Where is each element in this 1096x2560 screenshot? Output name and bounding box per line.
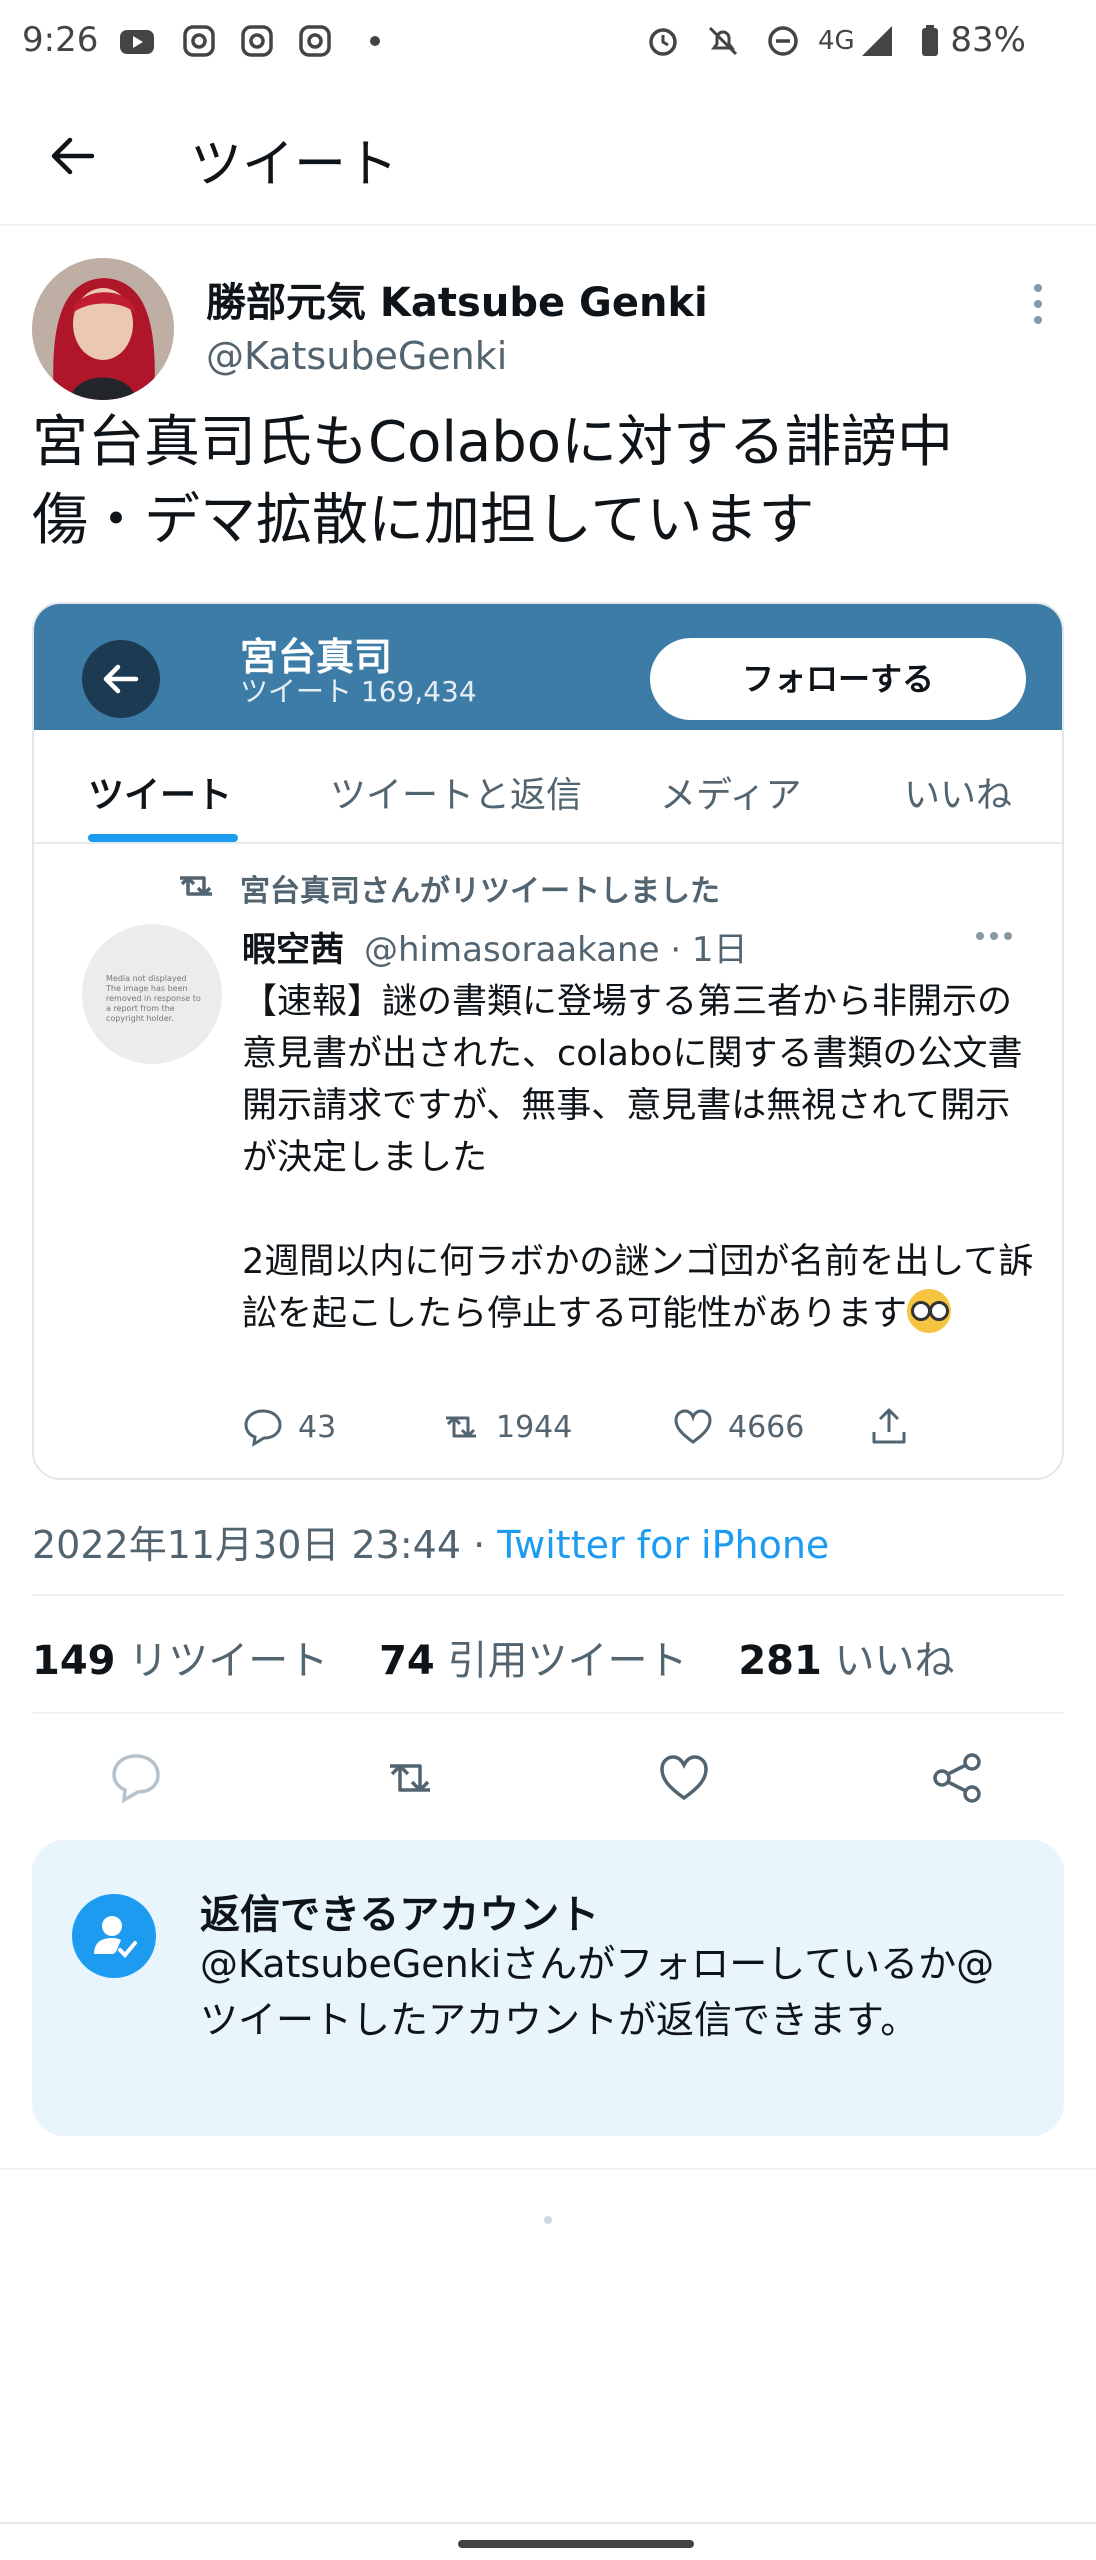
battery-percent: 83% <box>950 20 1026 60</box>
author-name[interactable]: 勝部元気 Katsube Genki <box>206 270 708 328</box>
reply-icon <box>244 1409 282 1447</box>
share-icon <box>872 1408 906 1444</box>
embed-back-icon <box>82 640 160 718</box>
do-not-disturb-icon <box>768 26 798 56</box>
person-check-icon <box>72 1894 156 1978</box>
inner-like: 4666 <box>672 1404 832 1452</box>
reply-icon[interactable] <box>108 1750 164 1806</box>
retweet-icon <box>180 876 212 896</box>
reply-settings-text: @KatsubeGenkiさんがフォローしているか@ツイートしたアカウントが返信… <box>200 1942 995 2042</box>
author-avatar[interactable] <box>32 258 174 400</box>
embed-tab-replies: ツイートと返信 <box>330 775 583 816</box>
loading-dot <box>544 2216 552 2224</box>
inner-retweet-count: 1944 <box>496 1410 573 1445</box>
status-bar: 9:26 4G 83% <box>0 0 1096 86</box>
tweet-stats: 149 リツイート 74 引用ツイート 281 いいね <box>32 1628 955 1686</box>
back-arrow-icon[interactable] <box>48 130 100 182</box>
inner-like-count: 4666 <box>728 1410 805 1445</box>
media-not-displayed-text: Media not displayed The image has been r… <box>106 974 201 1023</box>
likes-label: いいね <box>821 1638 955 1684</box>
inner-more-icon <box>976 932 1012 940</box>
like-heart-icon[interactable] <box>656 1750 712 1806</box>
youtube-icon <box>120 30 154 54</box>
app-header: ツイート <box>0 100 1096 226</box>
inner-author-name: 暇空茜 <box>242 930 344 970</box>
tweet-text: 宮台真司氏もColaboに対する誹謗中傷・デマ拡散に加担しています <box>32 410 954 553</box>
inner-share <box>868 1404 918 1452</box>
heart-icon <box>674 1409 712 1444</box>
inner-reply-count: 43 <box>298 1410 337 1445</box>
instagram-icon <box>183 25 215 57</box>
reply-settings-box: 返信できるアカウント @KatsubeGenkiさんがフォローしているか@ツイー… <box>32 1840 1064 2136</box>
notification-dot-icon <box>370 36 380 46</box>
timestamp-text: 2022年11月30日 23:44 · <box>32 1523 498 1567</box>
instagram-icon <box>241 25 273 57</box>
likes-stat[interactable]: 281 いいね <box>738 1638 954 1684</box>
inner-actions: 43 1944 4666 <box>242 1404 1042 1452</box>
signal-icon <box>862 26 892 56</box>
embed-profile-header: 宮台真司 ツイート 169,434 フォローする <box>34 604 1062 730</box>
network-type: 4G <box>818 26 855 56</box>
share-icon[interactable] <box>930 1750 986 1806</box>
inner-reply: 43 <box>242 1404 382 1452</box>
inner-avatar: Media not displayed The image has been r… <box>82 924 222 1064</box>
page-title: ツイート <box>190 135 399 195</box>
embed-tab-media: メディア <box>660 775 802 816</box>
nav-divider <box>0 2522 1096 2524</box>
likes-count: 281 <box>738 1638 822 1684</box>
tweet-action-bar <box>0 1740 1096 1822</box>
embed-tab-indicator <box>88 834 238 842</box>
reply-settings-title: 返信できるアカウント <box>200 1892 600 1938</box>
retweets-count: 149 <box>32 1638 116 1684</box>
retweet-notice: 宮台真司さんがリツイートしました <box>240 874 720 909</box>
mute-notifications-icon <box>708 26 738 56</box>
retweets-stat[interactable]: 149 リツイート <box>32 1638 328 1684</box>
embed-tweet-count: ツイート 169,434 <box>240 675 477 708</box>
more-options-icon[interactable] <box>1030 282 1046 326</box>
status-time: 9:26 <box>22 20 99 60</box>
divider <box>0 2168 1096 2170</box>
inner-tweet-body: 【速報】謎の書類に登場する第三者から非開示の意見書が出された、colaboに関す… <box>242 982 1034 1334</box>
retweets-label: リツイート <box>115 1638 329 1684</box>
inner-author-handle: @himasoraakane · 1日 <box>364 930 748 970</box>
battery-icon <box>922 25 938 56</box>
divider <box>32 1594 1064 1596</box>
tweet-source-link[interactable]: Twitter for iPhone <box>497 1523 829 1567</box>
home-gesture-bar[interactable] <box>458 2540 694 2548</box>
divider <box>32 1712 1064 1714</box>
inner-tweet-text: 【速報】謎の書類に登場する第三者から非開示の意見書が出された、colaboに関す… <box>242 976 1042 1340</box>
tweet-timestamp: 2022年11月30日 23:44 · Twitter for iPhone <box>32 1514 829 1569</box>
quotes-label: 引用ツイート <box>434 1638 688 1684</box>
retweet-icon <box>446 1416 476 1438</box>
inner-retweet: 1944 <box>440 1404 600 1452</box>
embed-follow-button: フォローする <box>650 638 1026 720</box>
embed-tab-likes: いいね <box>904 775 1013 816</box>
alarm-icon <box>649 28 677 56</box>
author-handle[interactable]: @KatsubeGenki <box>206 334 507 378</box>
tweet-attached-image[interactable]: 宮台真司 ツイート 169,434 フォローする ツイート ツイートと返信 メデ… <box>32 602 1064 1480</box>
embed-tab-tweets: ツイート <box>88 775 233 816</box>
instagram-icon <box>299 25 331 57</box>
quotes-count: 74 <box>379 1638 435 1684</box>
embed-tabs: ツイート ツイートと返信 メディア いいね <box>34 730 1062 844</box>
quotes-stat[interactable]: 74 引用ツイート <box>379 1638 687 1684</box>
nerd-face-emoji-icon <box>907 1289 952 1333</box>
retweet-icon[interactable] <box>382 1750 438 1806</box>
